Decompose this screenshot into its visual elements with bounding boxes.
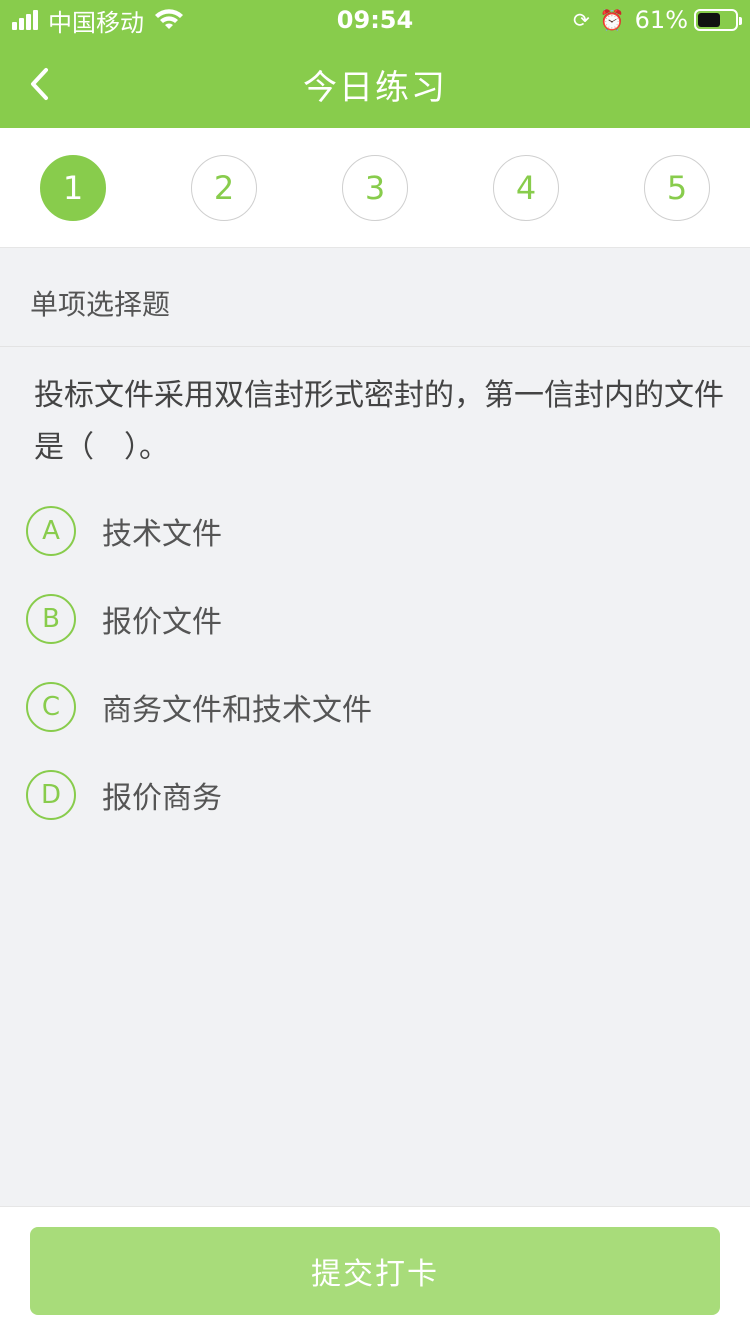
divider <box>0 346 750 347</box>
status-right: ⟳ ⏰ 61% <box>572 6 742 34</box>
question-type-label: 单项选择题 <box>30 288 171 321</box>
battery-icon <box>694 9 742 31</box>
rotation-lock-icon: ⟳ <box>572 8 590 32</box>
option-letter: A <box>26 506 76 556</box>
question-text: 投标文件采用双信封形式密封的，第一信封内的文件是（ ）。 <box>34 378 724 465</box>
question-stepper: 1 2 3 4 5 <box>0 128 750 248</box>
status-bar: 中国移动 09:54 ⟳ ⏰ 61% <box>0 0 750 40</box>
app-header: 中国移动 09:54 ⟳ ⏰ 61% 今日练习 <box>0 0 750 128</box>
step-1[interactable]: 1 <box>40 155 106 221</box>
option-c[interactable]: C 商务文件和技术文件 <box>26 682 372 732</box>
option-text: 报价商务 <box>102 781 222 816</box>
step-3[interactable]: 3 <box>342 155 408 221</box>
option-letter: B <box>26 594 76 644</box>
footer-bar: 提交打卡 <box>0 1206 750 1334</box>
page-title: 今日练习 <box>303 68 447 108</box>
option-d[interactable]: D 报价商务 <box>26 770 222 820</box>
option-a[interactable]: A 技术文件 <box>26 506 222 556</box>
option-text: 技术文件 <box>102 517 222 552</box>
step-2[interactable]: 2 <box>191 155 257 221</box>
option-text: 报价文件 <box>102 605 222 640</box>
option-b[interactable]: B 报价文件 <box>26 594 222 644</box>
option-text: 商务文件和技术文件 <box>102 693 372 728</box>
step-5[interactable]: 5 <box>644 155 710 221</box>
alarm-icon: ⏰ <box>599 8 625 32</box>
step-4[interactable]: 4 <box>493 155 559 221</box>
option-letter: C <box>26 682 76 732</box>
battery-percent: 61% <box>634 6 688 34</box>
submit-checkin-button[interactable]: 提交打卡 <box>30 1227 720 1315</box>
option-letter: D <box>26 770 76 820</box>
